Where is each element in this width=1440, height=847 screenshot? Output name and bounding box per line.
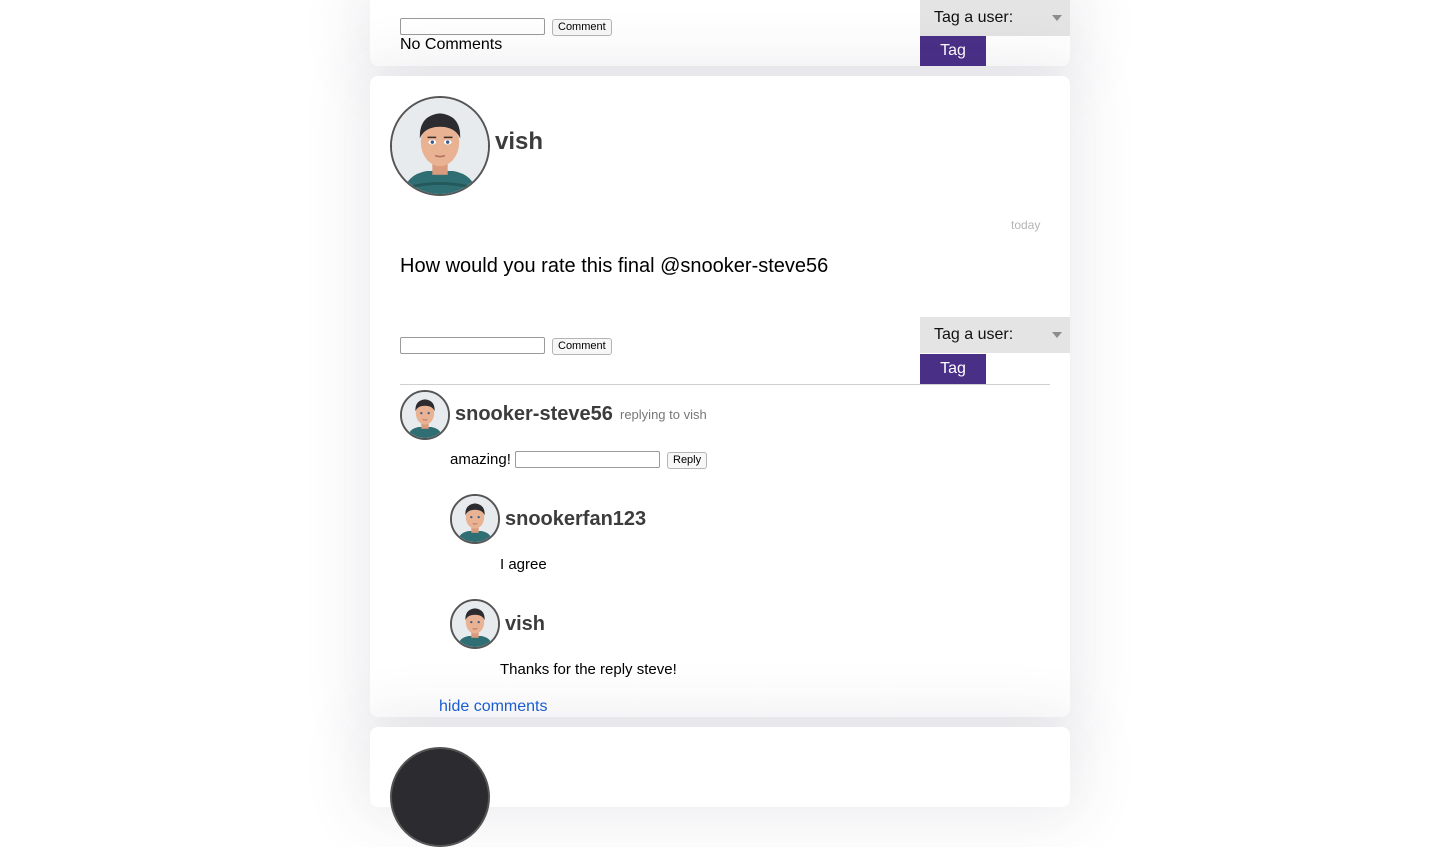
comment-input[interactable] — [400, 18, 545, 35]
dropdown-caret-icon — [1052, 15, 1062, 21]
tag-select-label: Tag a user: — [934, 9, 1014, 26]
dropdown-caret-icon — [1052, 332, 1062, 338]
author-avatar[interactable] — [390, 96, 490, 196]
comment-text: amazing! — [450, 451, 511, 468]
replying-to-text: replying to vish — [620, 407, 707, 422]
no-comments-text: No Comments — [400, 36, 503, 53]
commenter-name[interactable]: snooker-steve56 — [455, 403, 613, 426]
comment-input[interactable] — [400, 337, 545, 354]
replier-avatar[interactable] — [450, 599, 500, 649]
reply-input[interactable] — [515, 451, 660, 468]
post-author-name[interactable]: vish — [495, 128, 543, 156]
tag-button[interactable]: Tag — [920, 36, 986, 66]
comment-button[interactable]: Comment — [552, 19, 612, 36]
previous-post-card: Comment No Comments Tag a user: Tag — [370, 0, 1070, 66]
tag-select-label: Tag a user: — [934, 326, 1014, 343]
post-timestamp: today — [1011, 218, 1041, 232]
reply-text: I agree — [500, 556, 547, 573]
comment-button[interactable]: Comment — [552, 338, 612, 355]
replier-avatar[interactable] — [450, 494, 500, 544]
reply-button[interactable]: Reply — [667, 452, 708, 469]
tag-user-select[interactable]: Tag a user: — [920, 0, 1070, 36]
hide-comments-link[interactable]: hide comments — [439, 698, 548, 716]
author-avatar[interactable] — [390, 747, 490, 847]
cartoon-user-avatar-icon — [452, 601, 498, 647]
tag-user-select[interactable]: Tag a user: — [920, 317, 1070, 353]
post-card: vish today How would you rate this final… — [370, 76, 1070, 717]
next-post-card — [370, 727, 1070, 847]
commenter-avatar[interactable] — [400, 390, 450, 440]
reply-text: Thanks for the reply steve! — [500, 661, 677, 678]
comments-divider — [400, 384, 1050, 385]
tag-button[interactable]: Tag — [920, 354, 986, 384]
cartoon-user-avatar-icon — [392, 98, 488, 194]
replier-name[interactable]: vish — [505, 613, 545, 636]
cartoon-user-avatar-icon — [402, 392, 448, 438]
post-body: How would you rate this final @snooker-s… — [400, 255, 829, 277]
replier-name[interactable]: snookerfan123 — [505, 508, 646, 531]
cartoon-user-avatar-icon — [452, 496, 498, 542]
